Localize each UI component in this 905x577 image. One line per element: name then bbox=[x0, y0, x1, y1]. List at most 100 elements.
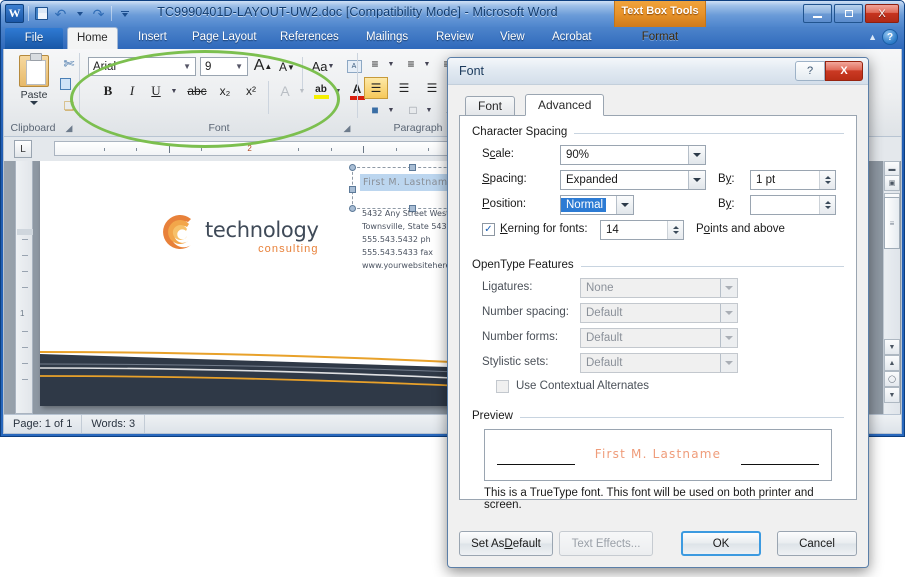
text-effects-dropdown-icon[interactable]: ▼ bbox=[296, 83, 308, 99]
copy-icon[interactable] bbox=[60, 78, 78, 94]
bullets-icon[interactable]: ≡ bbox=[364, 55, 386, 73]
superscript-button[interactable]: x² bbox=[240, 81, 262, 101]
tab-acrobat[interactable]: Acrobat bbox=[543, 27, 601, 49]
minimize-button[interactable] bbox=[803, 4, 832, 23]
align-center-icon[interactable]: ☰ bbox=[392, 77, 416, 99]
align-right-icon[interactable]: ☰ bbox=[420, 77, 444, 99]
shading-dropdown-icon[interactable]: ▼ bbox=[386, 103, 396, 117]
dialog-close-button[interactable]: X bbox=[825, 61, 863, 81]
tab-home[interactable]: Home bbox=[67, 27, 118, 49]
number-spacing-dropdown-icon bbox=[720, 304, 737, 322]
kerning-checkbox[interactable]: ✓ bbox=[482, 223, 495, 236]
scale-dropdown-icon[interactable] bbox=[688, 146, 705, 164]
highlight-dropdown-icon[interactable]: ▼ bbox=[332, 83, 344, 99]
tab-page-layout[interactable]: Page Layout bbox=[183, 27, 266, 49]
bullets-dropdown-icon[interactable]: ▼ bbox=[386, 57, 396, 71]
position-combo[interactable]: Normal bbox=[560, 195, 634, 215]
underline-button[interactable]: U bbox=[146, 81, 166, 101]
resize-handle-sw[interactable] bbox=[349, 205, 356, 212]
select-browse-object-icon[interactable]: ▣ bbox=[884, 175, 900, 191]
selected-name-text[interactable]: First M. Lastname bbox=[360, 174, 460, 191]
highlight-color-icon[interactable]: ab bbox=[310, 80, 332, 102]
underline-dropdown-icon[interactable]: ▼ bbox=[168, 83, 180, 99]
position-dropdown-icon[interactable] bbox=[616, 196, 633, 214]
scroll-down-button[interactable]: ▼ bbox=[884, 339, 900, 355]
format-painter-icon[interactable]: ❏ bbox=[60, 99, 78, 115]
dialog-tab-font[interactable]: Font bbox=[465, 96, 515, 116]
collapse-ribbon-icon[interactable]: ▲ bbox=[868, 32, 877, 42]
clipboard-dialog-launcher[interactable]: ◢ bbox=[64, 123, 74, 133]
numbering-dropdown-icon[interactable]: ▼ bbox=[422, 57, 432, 71]
resize-handle-w[interactable] bbox=[349, 186, 356, 193]
tab-format[interactable]: Format bbox=[614, 27, 706, 49]
vertical-scrollbar[interactable]: ▬ ▣ ▲ ≡ ▼ ▲ ◯ ▼ bbox=[883, 161, 900, 414]
borders-dropdown-icon[interactable]: ▼ bbox=[424, 103, 434, 117]
ligatures-combo[interactable]: None bbox=[580, 278, 738, 298]
chevron-down-icon[interactable]: ▼ bbox=[183, 62, 191, 71]
text-effects-icon[interactable]: A bbox=[274, 81, 296, 101]
tab-file[interactable]: File bbox=[5, 28, 63, 49]
strikethrough-button[interactable]: abc bbox=[184, 81, 210, 101]
font-dialog: Font ? X Font Advanced Character Spacing… bbox=[447, 57, 869, 568]
previous-page-button[interactable]: ▲ bbox=[884, 355, 900, 371]
font-name-combo[interactable]: Arial ▼ bbox=[88, 57, 196, 76]
spacing-dropdown-icon[interactable] bbox=[688, 171, 705, 189]
number-forms-combo[interactable]: Default bbox=[580, 328, 738, 348]
status-page[interactable]: Page: 1 of 1 bbox=[4, 415, 82, 433]
paste-button[interactable]: Paste bbox=[12, 55, 56, 105]
spacing-by-spinner[interactable]: 1 pt bbox=[750, 170, 836, 190]
font-dialog-launcher[interactable]: ◢ bbox=[342, 123, 352, 133]
font-dialog-body: Font Advanced Character Spacing Scale: 9… bbox=[448, 85, 868, 567]
subscript-button[interactable]: x₂ bbox=[214, 81, 236, 101]
dialog-help-button[interactable]: ? bbox=[795, 61, 825, 81]
scissors-icon[interactable]: ✄ bbox=[60, 56, 78, 72]
stylistic-sets-combo[interactable]: Default bbox=[580, 353, 738, 373]
resize-handle-nw[interactable] bbox=[349, 164, 356, 171]
set-as-default-button[interactable]: Set As Default bbox=[459, 531, 553, 556]
dialog-tab-advanced[interactable]: Advanced bbox=[525, 94, 604, 116]
contextual-alternates-checkbox[interactable] bbox=[496, 380, 509, 393]
vertical-ruler[interactable]: 1 bbox=[15, 161, 33, 414]
resize-handle-n[interactable] bbox=[409, 164, 416, 171]
screenshot-root: W ↶ ↷ TC9990401D-LAYOUT-UW2.doc [Compati… bbox=[0, 0, 905, 577]
tab-stop-selector[interactable]: L bbox=[14, 140, 32, 158]
italic-button[interactable]: I bbox=[122, 81, 142, 101]
cancel-button[interactable]: Cancel bbox=[777, 531, 857, 556]
ok-button[interactable]: OK bbox=[681, 531, 761, 556]
help-icon[interactable]: ? bbox=[882, 29, 898, 45]
position-by-spinner[interactable] bbox=[750, 195, 836, 215]
paste-dropdown-icon[interactable] bbox=[30, 101, 38, 105]
grow-font-button[interactable]: A▲ bbox=[252, 55, 274, 77]
tab-review[interactable]: Review bbox=[427, 27, 483, 49]
change-case-button[interactable]: Aa▼ bbox=[308, 56, 338, 76]
chevron-down-icon-size[interactable]: ▼ bbox=[235, 62, 243, 71]
align-left-icon[interactable]: ☰ bbox=[364, 77, 388, 99]
numbering-icon[interactable]: ≡ bbox=[400, 55, 422, 73]
borders-icon[interactable]: □ bbox=[402, 101, 424, 119]
bold-button[interactable]: B bbox=[98, 81, 118, 101]
tab-insert[interactable]: Insert bbox=[129, 27, 176, 49]
spacing-combo[interactable]: Expanded bbox=[560, 170, 706, 190]
font-size-combo[interactable]: 9 ▼ bbox=[200, 57, 248, 76]
close-button[interactable]: X bbox=[865, 4, 899, 23]
position-by-arrows[interactable] bbox=[819, 196, 835, 214]
number-spacing-combo[interactable]: Default bbox=[580, 303, 738, 323]
shrink-font-button[interactable]: A▼ bbox=[276, 56, 298, 78]
shading-icon[interactable]: ■ bbox=[364, 101, 386, 119]
tab-view[interactable]: View bbox=[491, 27, 534, 49]
paste-label: Paste bbox=[12, 89, 56, 101]
browse-object-button[interactable]: ◯ bbox=[884, 371, 900, 387]
position-label: Position: bbox=[482, 198, 526, 210]
spacing-by-arrows[interactable] bbox=[819, 171, 835, 189]
status-words[interactable]: Words: 3 bbox=[82, 415, 145, 433]
scale-combo[interactable]: 90% bbox=[560, 145, 706, 165]
maximize-button[interactable] bbox=[834, 4, 863, 23]
tab-mailings[interactable]: Mailings bbox=[357, 27, 417, 49]
contextual-alternates-label: Use Contextual Alternates bbox=[516, 380, 649, 392]
tab-references[interactable]: References bbox=[271, 27, 348, 49]
text-effects-button: Text Effects... bbox=[559, 531, 653, 556]
next-page-button[interactable]: ▼ bbox=[884, 387, 900, 403]
kerning-arrows[interactable] bbox=[667, 221, 683, 239]
scroll-thumb[interactable]: ≡ bbox=[884, 197, 900, 249]
kerning-spinner[interactable]: 14 bbox=[600, 220, 684, 240]
